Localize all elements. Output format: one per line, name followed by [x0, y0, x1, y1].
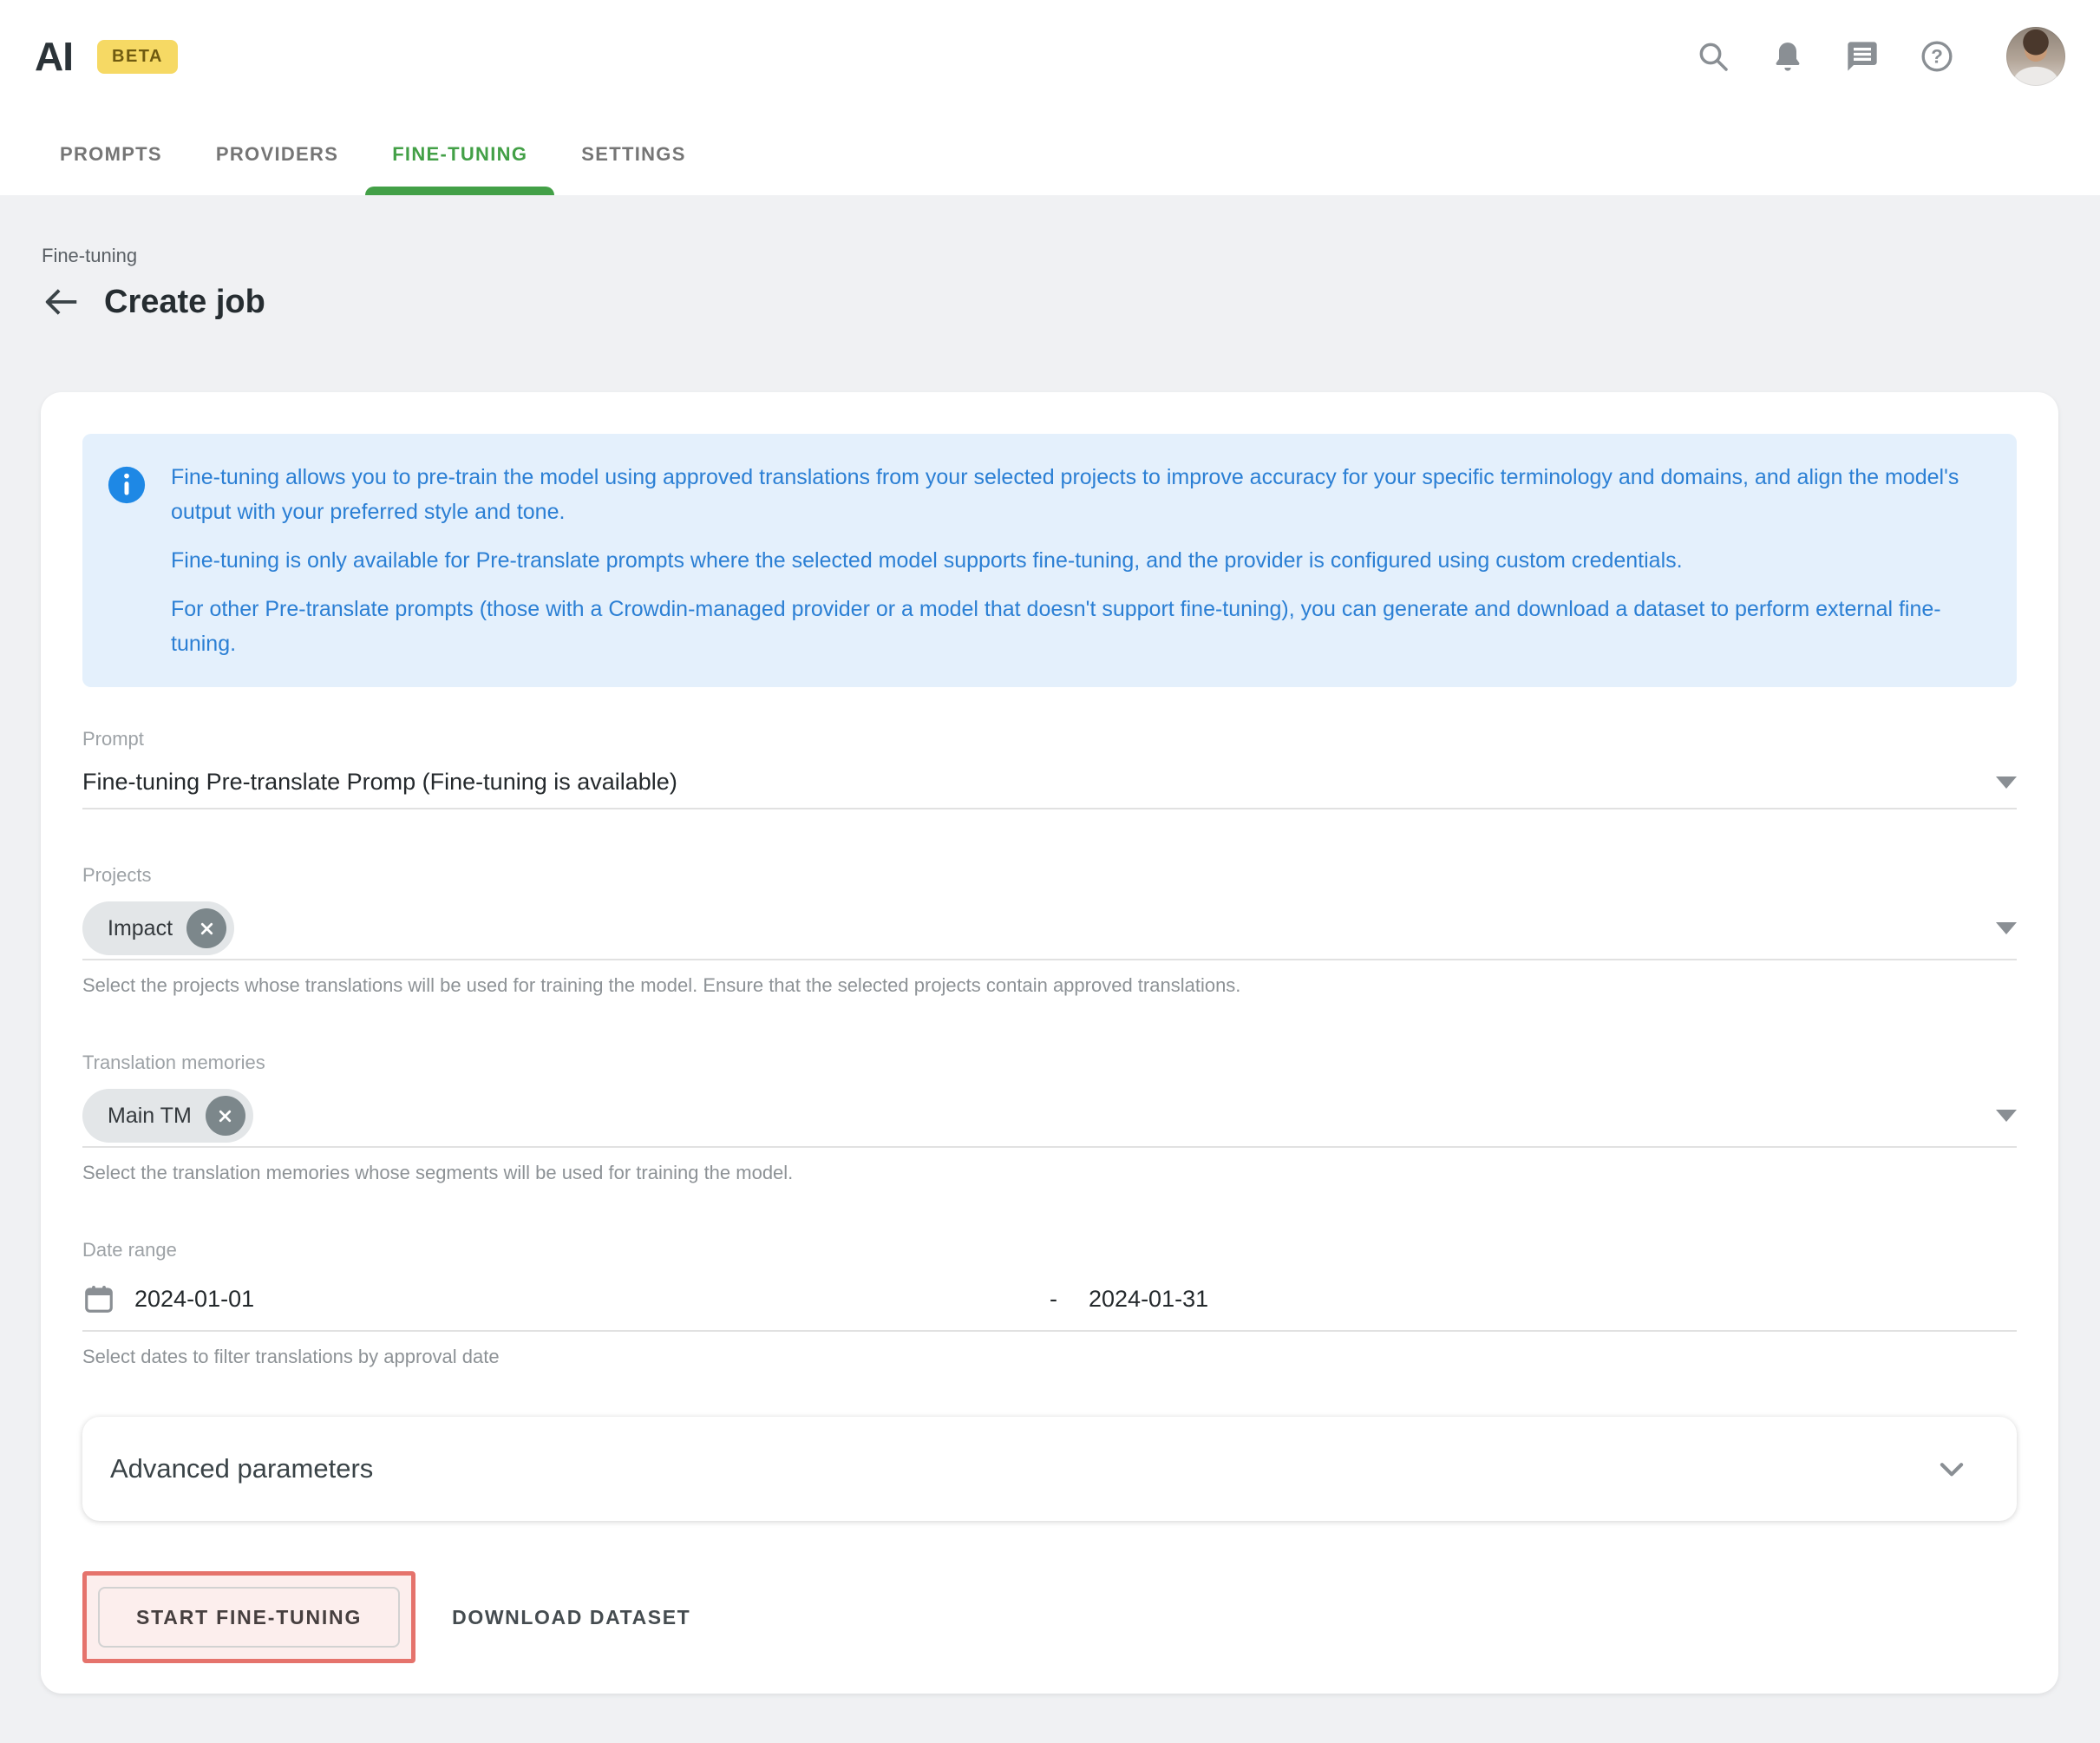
user-avatar[interactable]: [2006, 27, 2065, 86]
date-range-label: Date range: [82, 1240, 2017, 1261]
actions-row: START FINE-TUNING DOWNLOAD DATASET: [82, 1571, 2017, 1663]
prompt-field: Prompt Fine-tuning Pre-translate Promp (…: [82, 729, 2017, 809]
tab-providers[interactable]: PROVIDERS: [189, 113, 365, 195]
action-highlight-annotation: START FINE-TUNING: [82, 1571, 415, 1663]
search-icon[interactable]: [1696, 39, 1730, 74]
tab-settings[interactable]: SETTINGS: [554, 113, 712, 195]
advanced-parameters-title: Advanced parameters: [110, 1453, 373, 1484]
projects-field: Projects Impact Select the projects whos…: [82, 865, 2017, 997]
tab-prompts[interactable]: PROMPTS: [33, 113, 189, 195]
page-title: Create job: [104, 284, 265, 321]
breadcrumb: Fine-tuning: [42, 245, 2100, 267]
date-separator: -: [1050, 1286, 1057, 1313]
projects-select[interactable]: Impact: [82, 901, 2017, 960]
help-icon[interactable]: ?: [1920, 39, 1954, 74]
prompt-select[interactable]: Fine-tuning Pre-translate Promp (Fine-tu…: [82, 769, 2017, 809]
advanced-parameters-accordion[interactable]: Advanced parameters: [82, 1417, 2017, 1521]
info-banner-text: Fine-tuning allows you to pre-train the …: [171, 460, 1982, 661]
info-paragraph: Fine-tuning is only available for Pre-tr…: [171, 543, 1982, 578]
beta-badge: BETA: [97, 40, 178, 74]
header-icons: ?: [1696, 27, 2065, 86]
header-top-row: AI BETA ?: [0, 0, 2100, 113]
tm-chip-label: Main TM: [108, 1104, 192, 1129]
projects-helper: Select the projects whose translations w…: [82, 974, 2017, 997]
download-dataset-button[interactable]: DOWNLOAD DATASET: [443, 1587, 699, 1648]
chevron-down-icon[interactable]: [1996, 776, 2017, 789]
app-logo: AI: [35, 33, 73, 80]
svg-text:?: ?: [1931, 46, 1943, 68]
chevron-down-icon[interactable]: [1996, 1110, 2017, 1122]
translation-memories-helper: Select the translation memories whose se…: [82, 1162, 2017, 1184]
prompt-value: Fine-tuning Pre-translate Promp (Fine-tu…: [82, 769, 677, 796]
projects-label: Projects: [82, 865, 2017, 886]
project-chip-label: Impact: [108, 916, 173, 941]
info-paragraph: Fine-tuning allows you to pre-train the …: [171, 460, 1982, 529]
back-arrow-icon[interactable]: [42, 282, 82, 322]
date-range-row: 2024-01-01 - 2024-01-31: [82, 1281, 2017, 1332]
date-start-input[interactable]: 2024-01-01: [82, 1281, 1050, 1316]
date-start-value: 2024-01-01: [134, 1286, 254, 1313]
chevron-down-icon[interactable]: [1996, 922, 2017, 934]
chevron-down-icon[interactable]: [1935, 1452, 1968, 1485]
project-chip: Impact: [82, 901, 234, 955]
date-range-field: Date range 2024-01-01 - 2024-01-31 Selec…: [82, 1240, 2017, 1368]
start-fine-tuning-button[interactable]: START FINE-TUNING: [98, 1587, 400, 1648]
remove-tm-icon[interactable]: [206, 1096, 245, 1136]
messages-icon[interactable]: [1845, 39, 1880, 74]
app-header: AI BETA ? PROMPTS PR: [0, 0, 2100, 195]
calendar-icon: [82, 1281, 115, 1316]
date-range-helper: Select dates to filter translations by a…: [82, 1346, 2017, 1368]
info-banner: Fine-tuning allows you to pre-train the …: [82, 434, 2017, 687]
translation-memories-label: Translation memories: [82, 1052, 2017, 1073]
translation-memories-field: Translation memories Main TM Select the …: [82, 1052, 2017, 1184]
page-title-row: Create job: [42, 279, 2100, 324]
prompt-label: Prompt: [82, 729, 2017, 750]
tab-fine-tuning[interactable]: FINE-TUNING: [365, 113, 554, 195]
create-job-card: Fine-tuning allows you to pre-train the …: [41, 392, 2058, 1694]
tab-bar: PROMPTS PROVIDERS FINE-TUNING SETTINGS: [0, 113, 2100, 195]
date-end-input[interactable]: - 2024-01-31: [1050, 1286, 2017, 1313]
notifications-icon[interactable]: [1770, 39, 1805, 74]
translation-memories-select[interactable]: Main TM: [82, 1089, 2017, 1148]
tm-chip: Main TM: [82, 1089, 253, 1143]
info-icon: [107, 465, 147, 505]
date-end-value: 2024-01-31: [1089, 1286, 1208, 1313]
info-paragraph: For other Pre-translate prompts (those w…: [171, 592, 1982, 661]
remove-project-icon[interactable]: [186, 908, 226, 948]
